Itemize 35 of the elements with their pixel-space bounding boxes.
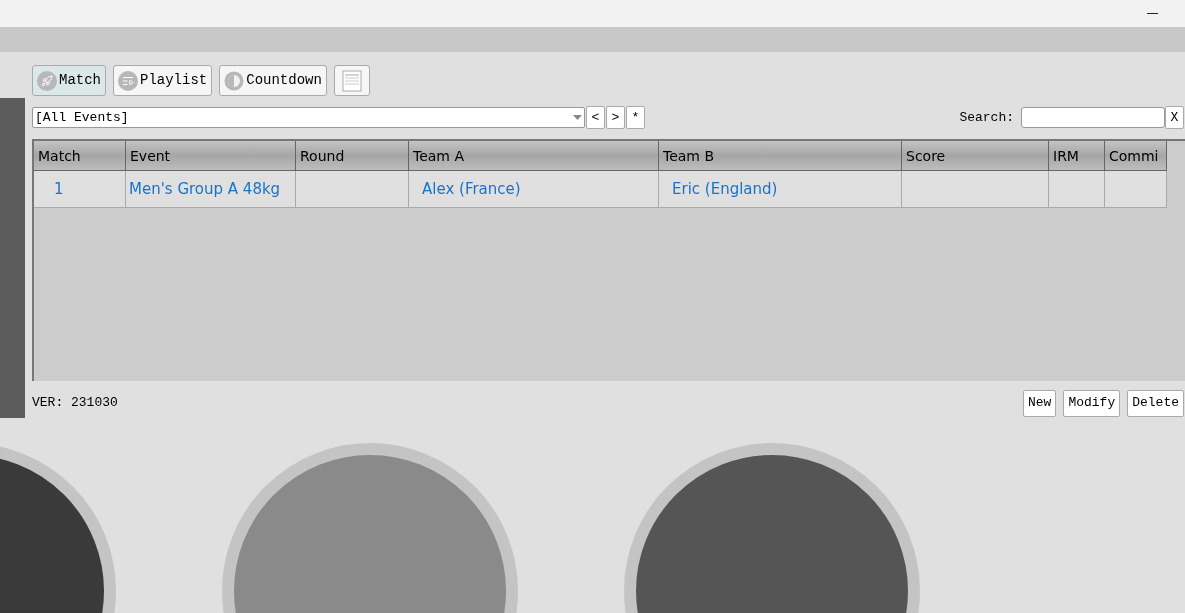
column-header[interactable]: Round: [296, 141, 409, 171]
toolbar-button[interactable]: Playlist: [113, 65, 213, 96]
column-header[interactable]: Commi: [1105, 141, 1167, 171]
document-icon: [341, 69, 362, 92]
nav-button[interactable]: *: [626, 106, 645, 129]
dropdown-caret-icon: [573, 115, 582, 120]
playlist-icon: [118, 70, 138, 91]
nav-button[interactable]: >: [606, 106, 625, 129]
table-cell: Alex (France): [409, 171, 659, 208]
toolbar-button[interactable]: Countdown: [219, 65, 327, 96]
column-header[interactable]: IRM: [1049, 141, 1105, 171]
toolbar-button[interactable]: Match: [32, 65, 106, 96]
timer-icon: [224, 70, 245, 91]
toolbar-button[interactable]: [333, 65, 370, 96]
version-label: VER: 231030: [32, 394, 118, 413]
minimize-icon: [1146, 13, 1158, 14]
clear-search-button[interactable]: X: [1165, 106, 1184, 129]
rocket-icon: [37, 70, 57, 91]
table-cell: [1049, 171, 1105, 208]
table-cell: 1: [34, 171, 126, 208]
action-button[interactable]: Modify: [1063, 389, 1121, 417]
nav-button[interactable]: <: [586, 106, 605, 129]
search-field[interactable]: [1021, 107, 1165, 128]
column-header[interactable]: Team B: [659, 141, 902, 171]
column-header[interactable]: Event: [126, 141, 296, 171]
table-cell: [1105, 171, 1167, 208]
table-cell: Eric (England): [659, 171, 902, 208]
action-button[interactable]: New: [1022, 389, 1057, 417]
action-button[interactable]: Delete: [1127, 389, 1184, 417]
column-header[interactable]: Team A: [409, 141, 659, 171]
search-label: Search:: [959, 108, 1014, 127]
table-cell: Men's Group A 48kg: [126, 171, 296, 208]
event-dropdown[interactable]: [All Events]: [32, 107, 585, 128]
column-header[interactable]: Score: [902, 141, 1049, 171]
column-header[interactable]: Match: [34, 141, 126, 171]
